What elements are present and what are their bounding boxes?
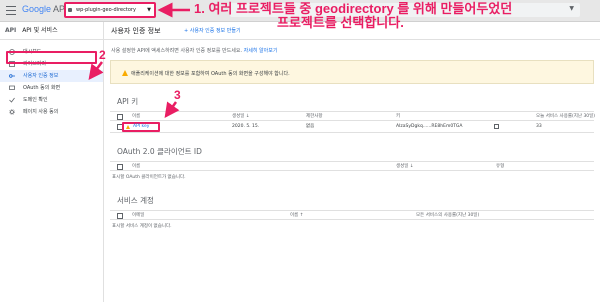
credentials-highlight-box <box>6 51 97 64</box>
settings-icon <box>9 109 15 115</box>
column-created[interactable]: 생성일 ↓ <box>232 112 250 121</box>
project-dot-icon <box>68 8 72 12</box>
project-name: wp-plugin-geo-directory <box>76 7 136 13</box>
api-key-link[interactable]: API key <box>122 122 160 132</box>
key-icon <box>9 74 15 78</box>
column-type[interactable]: 유형 <box>496 162 504 171</box>
check-icon <box>9 97 15 103</box>
sidebar-item-label: 사용자 인증 정보 <box>23 73 59 79</box>
sidebar-item-credentials[interactable]: 사용자 인증 정보 <box>0 70 103 82</box>
service-accounts-empty-message: 표시할 서비스 계정이 없습니다. <box>112 224 172 229</box>
step-2-number: 2 <box>99 48 106 62</box>
sidebar-item-oauth-consent[interactable]: OAuth 동의 화면 <box>0 82 103 94</box>
sidebar-item-page-usage-agreements[interactable]: 페이지 사용 동의 <box>0 106 103 118</box>
console-page: Google APIs wp-plugin-geo-directory ▼ ▼ … <box>0 0 600 302</box>
intro-text: 사용 설정한 API에 액세스하려면 사용자 인증 정보를 만드세요. 자세히 … <box>111 47 277 54</box>
step-1-annotation: 1. 여러 프로젝트들 중 geodirectory 를 위해 만들어두었던 프… <box>194 2 512 30</box>
step-1-number: 1. <box>194 1 205 16</box>
chevron-down-icon: ▼ <box>147 7 151 13</box>
column-name[interactable]: 이름 <box>132 162 140 171</box>
sidebar: API API 및 서비스 대시보드 라이브러리 사용자 인증 정보 OAuth… <box>0 22 104 302</box>
sidebar-header: API API 및 서비스 <box>0 22 103 40</box>
api-keys-title: API 키 <box>117 97 139 106</box>
search-chevron-icon: ▼ <box>569 5 574 12</box>
project-selector[interactable]: wp-plugin-geo-directory ▼ <box>64 2 156 18</box>
copy-icon[interactable] <box>494 124 499 129</box>
learn-more-link[interactable]: 자세히 알아보기 <box>244 48 278 54</box>
step-1-line-1: 여러 프로젝트들 중 geodirectory 를 위해 만들어두었던 <box>208 1 513 16</box>
column-usage[interactable]: 오늘 서비스 사용률(지난 30일) <box>536 112 595 121</box>
select-all-checkbox[interactable] <box>117 114 123 120</box>
restriction-value: 없음 <box>306 124 315 129</box>
table-row[interactable]: API key 2020. 5. 15. 없음 AIzaSyDgkq......… <box>110 121 594 133</box>
api-keys-table-header: 이름 생성일 ↓ 제한사항 키 오늘 서비스 사용률(지난 30일) <box>110 111 595 121</box>
column-usage[interactable]: 모든 서비스의 사용률(지난 30일) <box>416 211 479 220</box>
api-key-value: AIzaSyDgkq......RE8hEm0TGA <box>396 124 463 129</box>
column-key[interactable]: 키 <box>396 112 400 121</box>
sidebar-title: API 및 서비스 <box>22 27 58 34</box>
logo-google-text: Google <box>22 4 52 14</box>
sidebar-item-label: 도메인 확인 <box>23 97 48 103</box>
oauth-table-header: 이름 생성일 ↓ 유형 <box>110 161 594 171</box>
oauth-empty-message: 표시할 OAuth 클라이언트가 없습니다. <box>112 175 186 180</box>
consent-icon <box>9 85 15 90</box>
select-all-checkbox[interactable] <box>117 213 123 219</box>
column-created[interactable]: 생성일 ↓ <box>396 162 414 171</box>
warning-icon <box>126 125 130 129</box>
sidebar-item-domain-verification[interactable]: 도메인 확인 <box>0 94 103 106</box>
sidebar-item-label: OAuth 동의 화면 <box>23 85 61 91</box>
created-date: 2020. 5. 15. <box>232 124 260 129</box>
sidebar-item-label: 페이지 사용 동의 <box>23 109 59 115</box>
column-email[interactable]: 이메일 <box>132 211 144 220</box>
step-1-line-2: 프로젝트를 선택합니다. <box>277 15 404 30</box>
warning-text: 애플리케이션에 대한 정보를 포함하여 OAuth 동의 화면을 구성해야 합니… <box>131 71 290 77</box>
service-accounts-title: 서비스 계정 <box>117 196 154 205</box>
hamburger-menu-icon[interactable] <box>6 6 16 15</box>
column-name[interactable]: 이름 ↑ <box>290 211 303 220</box>
step-3-number: 3 <box>174 88 181 102</box>
column-restriction[interactable]: 제한사항 <box>306 112 323 121</box>
oauth-warning-banner: 애플리케이션에 대한 정보를 포함하여 OAuth 동의 화면을 구성해야 합니… <box>110 60 594 84</box>
api-badge: API <box>5 27 17 34</box>
main-content: 사용 설정한 API에 액세스하려면 사용자 인증 정보를 만드세요. 자세히 … <box>104 40 600 302</box>
usage-value: 33 <box>536 124 542 129</box>
intro-message: 사용 설정한 API에 액세스하려면 사용자 인증 정보를 만드세요. <box>111 48 243 54</box>
oauth-clients-title: OAuth 2.0 클라이언트 ID <box>117 147 202 156</box>
service-accounts-table-header: 이메일 이름 ↑ 모든 서비스의 사용률(지난 30일) <box>110 210 594 220</box>
select-all-checkbox[interactable] <box>117 164 123 170</box>
warning-icon <box>122 70 128 76</box>
api-key-name: API key <box>133 124 150 129</box>
column-name[interactable]: 이름 <box>132 112 140 121</box>
page-title: 사용자 인증 정보 <box>111 27 161 35</box>
